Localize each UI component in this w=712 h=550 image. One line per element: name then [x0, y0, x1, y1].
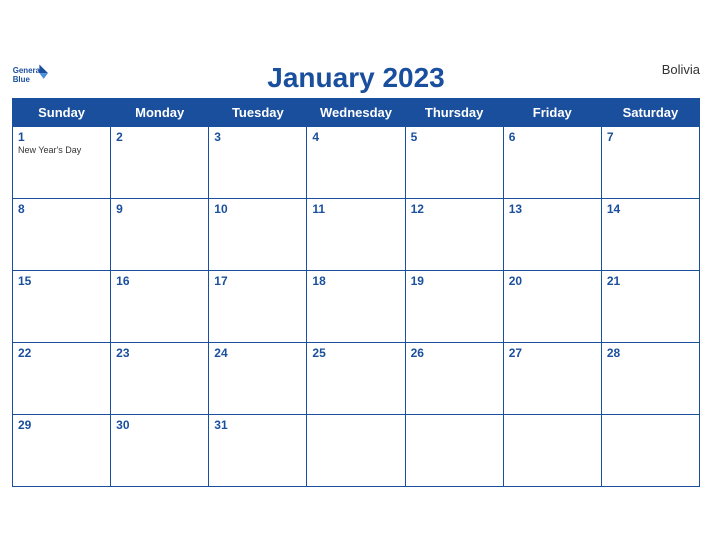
calendar-day-cell: 19	[405, 270, 503, 342]
day-number: 17	[214, 274, 301, 288]
calendar-day-cell	[503, 414, 601, 486]
calendar-table: Sunday Monday Tuesday Wednesday Thursday…	[12, 98, 700, 487]
calendar-week-row: 29 30 31	[13, 414, 700, 486]
day-number: 26	[411, 346, 498, 360]
day-number: 8	[18, 202, 105, 216]
holiday-label: New Year's Day	[18, 145, 105, 155]
calendar-day-cell: 23	[111, 342, 209, 414]
calendar-container: General Blue January 2023 Bolivia Sunday…	[0, 52, 712, 499]
header-wednesday: Wednesday	[307, 98, 405, 126]
day-number: 25	[312, 346, 399, 360]
day-number: 23	[116, 346, 203, 360]
calendar-day-cell: 30	[111, 414, 209, 486]
day-number: 27	[509, 346, 596, 360]
country-label: Bolivia	[662, 62, 700, 77]
calendar-day-cell: 4	[307, 126, 405, 198]
calendar-week-row: 22 23 24 25 26 27 28	[13, 342, 700, 414]
calendar-day-cell: 6	[503, 126, 601, 198]
day-number: 18	[312, 274, 399, 288]
calendar-day-cell	[405, 414, 503, 486]
calendar-day-cell: 18	[307, 270, 405, 342]
calendar-day-cell: 12	[405, 198, 503, 270]
calendar-body: 1New Year's Day2345678910111213141516171…	[13, 126, 700, 486]
day-number: 4	[312, 130, 399, 144]
calendar-day-cell: 25	[307, 342, 405, 414]
calendar-day-cell: 17	[209, 270, 307, 342]
header-friday: Friday	[503, 98, 601, 126]
calendar-day-cell: 7	[601, 126, 699, 198]
calendar-day-cell: 14	[601, 198, 699, 270]
day-number: 19	[411, 274, 498, 288]
day-number: 20	[509, 274, 596, 288]
calendar-header: General Blue January 2023 Bolivia	[12, 62, 700, 94]
calendar-day-cell: 21	[601, 270, 699, 342]
calendar-day-cell: 20	[503, 270, 601, 342]
calendar-day-cell: 29	[13, 414, 111, 486]
day-number: 13	[509, 202, 596, 216]
calendar-day-cell	[601, 414, 699, 486]
header-saturday: Saturday	[601, 98, 699, 126]
day-number: 9	[116, 202, 203, 216]
day-number: 28	[607, 346, 694, 360]
calendar-day-cell: 11	[307, 198, 405, 270]
calendar-day-cell: 8	[13, 198, 111, 270]
day-number: 6	[509, 130, 596, 144]
day-number: 24	[214, 346, 301, 360]
header-thursday: Thursday	[405, 98, 503, 126]
calendar-day-cell: 2	[111, 126, 209, 198]
calendar-day-cell: 10	[209, 198, 307, 270]
calendar-day-cell: 31	[209, 414, 307, 486]
day-number: 2	[116, 130, 203, 144]
calendar-week-row: 89 10 11 12 13 14	[13, 198, 700, 270]
weekday-header-row: Sunday Monday Tuesday Wednesday Thursday…	[13, 98, 700, 126]
calendar-day-cell: 15	[13, 270, 111, 342]
calendar-thead: Sunday Monday Tuesday Wednesday Thursday…	[13, 98, 700, 126]
calendar-day-cell: 1New Year's Day	[13, 126, 111, 198]
brand-logo-area: General Blue	[12, 62, 48, 91]
day-number: 7	[607, 130, 694, 144]
day-number: 30	[116, 418, 203, 432]
svg-text:General: General	[13, 66, 42, 75]
calendar-day-cell: 3	[209, 126, 307, 198]
brand-icon: General Blue	[12, 62, 48, 90]
day-number: 22	[18, 346, 105, 360]
calendar-week-row: 1New Year's Day 234567	[13, 126, 700, 198]
header-monday: Monday	[111, 98, 209, 126]
calendar-day-cell	[307, 414, 405, 486]
day-number: 11	[312, 202, 399, 216]
calendar-title: January 2023	[12, 62, 700, 94]
calendar-day-cell: 9	[111, 198, 209, 270]
calendar-day-cell: 5	[405, 126, 503, 198]
calendar-week-row: 15 16 17 18 19 20 21	[13, 270, 700, 342]
day-number: 29	[18, 418, 105, 432]
day-number: 16	[116, 274, 203, 288]
day-number: 5	[411, 130, 498, 144]
calendar-day-cell: 28	[601, 342, 699, 414]
day-number: 15	[18, 274, 105, 288]
calendar-day-cell: 27	[503, 342, 601, 414]
calendar-day-cell: 26	[405, 342, 503, 414]
day-number: 12	[411, 202, 498, 216]
header-sunday: Sunday	[13, 98, 111, 126]
day-number: 21	[607, 274, 694, 288]
day-number: 31	[214, 418, 301, 432]
calendar-day-cell: 22	[13, 342, 111, 414]
calendar-day-cell: 13	[503, 198, 601, 270]
calendar-day-cell: 24	[209, 342, 307, 414]
day-number: 10	[214, 202, 301, 216]
day-number: 1	[18, 130, 105, 144]
day-number: 3	[214, 130, 301, 144]
day-number: 14	[607, 202, 694, 216]
calendar-day-cell: 16	[111, 270, 209, 342]
svg-text:Blue: Blue	[13, 74, 31, 83]
header-tuesday: Tuesday	[209, 98, 307, 126]
